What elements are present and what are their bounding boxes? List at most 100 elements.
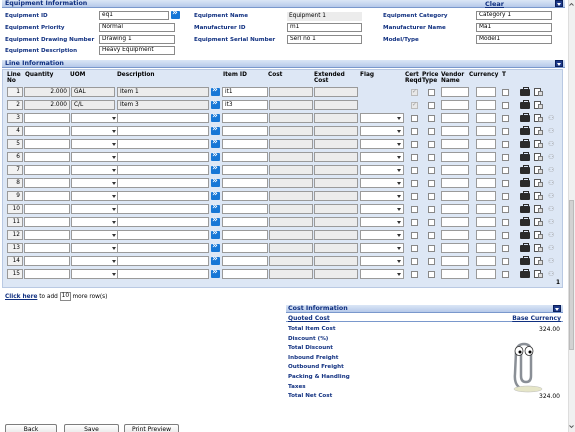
manufacturer-id-input[interactable]: m1: [287, 23, 362, 32]
item-id-cell[interactable]: [222, 113, 268, 123]
uom-select[interactable]: [71, 204, 119, 214]
item-id-cell[interactable]: [222, 230, 268, 240]
flag-select[interactable]: [360, 165, 404, 175]
flag-select[interactable]: [360, 217, 404, 227]
t-checkbox[interactable]: [502, 219, 509, 226]
uom-select[interactable]: [71, 230, 119, 240]
currency-cell[interactable]: [476, 178, 496, 188]
quantity-cell[interactable]: [24, 256, 70, 266]
item-id-cell[interactable]: [222, 139, 268, 149]
quantity-cell[interactable]: 2.000: [24, 100, 70, 110]
t-checkbox[interactable]: [502, 271, 509, 278]
t-checkbox[interactable]: [502, 193, 509, 200]
price-type-checkbox[interactable]: [428, 258, 435, 265]
cert-reqd-checkbox[interactable]: [411, 206, 418, 213]
cert-reqd-checkbox[interactable]: [411, 232, 418, 239]
quantity-cell[interactable]: [24, 269, 70, 279]
description-cell[interactable]: [117, 217, 209, 227]
vendor-name-cell[interactable]: [441, 204, 469, 214]
uom-select[interactable]: [71, 256, 119, 266]
t-checkbox[interactable]: [502, 167, 509, 174]
category-input[interactable]: Category 1: [476, 11, 552, 20]
t-checkbox[interactable]: [502, 141, 509, 148]
cert-reqd-checkbox[interactable]: [411, 193, 418, 200]
t-checkbox[interactable]: [502, 180, 509, 187]
price-type-checkbox[interactable]: [428, 128, 435, 135]
back-button[interactable]: Back: [5, 424, 57, 432]
note-icon[interactable]: [534, 270, 543, 278]
save-button[interactable]: Save: [64, 424, 119, 432]
note-icon[interactable]: [534, 231, 543, 239]
briefcase-icon[interactable]: [520, 100, 530, 109]
briefcase-icon[interactable]: [520, 139, 530, 148]
description-cell[interactable]: [117, 191, 209, 201]
briefcase-icon[interactable]: [520, 256, 530, 265]
people-icon[interactable]: ⚇: [548, 127, 556, 135]
t-checkbox[interactable]: [502, 232, 509, 239]
description-cell[interactable]: Item 1: [117, 87, 209, 97]
drawing-number-input[interactable]: Drawing 1: [99, 35, 175, 44]
briefcase-icon[interactable]: [520, 113, 530, 122]
currency-cell[interactable]: [476, 152, 496, 162]
briefcase-icon[interactable]: [520, 230, 530, 239]
price-type-checkbox[interactable]: [428, 245, 435, 252]
currency-cell[interactable]: [476, 139, 496, 149]
quantity-cell[interactable]: [24, 139, 70, 149]
description-cell[interactable]: [117, 204, 209, 214]
vendor-name-cell[interactable]: [441, 152, 469, 162]
cert-reqd-checkbox[interactable]: [411, 167, 418, 174]
currency-cell[interactable]: [476, 243, 496, 253]
flag-select[interactable]: [360, 113, 404, 123]
lookup-arrow-icon[interactable]: [211, 85, 220, 96]
note-icon[interactable]: [534, 257, 543, 265]
item-id-cell[interactable]: [222, 217, 268, 227]
cert-reqd-checkbox[interactable]: [411, 115, 418, 122]
people-icon[interactable]: ⚇: [548, 257, 556, 265]
cert-reqd-checkbox[interactable]: [411, 154, 418, 161]
currency-cell[interactable]: [476, 269, 496, 279]
collapse-icon[interactable]: [555, 60, 563, 67]
description-cell[interactable]: [117, 256, 209, 266]
lookup-arrow-icon[interactable]: [211, 267, 220, 278]
item-id-cell[interactable]: [222, 152, 268, 162]
people-icon[interactable]: ⚇: [548, 166, 556, 174]
uom-cell[interactable]: C/L: [71, 100, 115, 110]
item-id-cell[interactable]: [222, 256, 268, 266]
people-icon[interactable]: ⚇: [548, 114, 556, 122]
price-type-checkbox[interactable]: [428, 219, 435, 226]
item-id-cell[interactable]: [222, 243, 268, 253]
vendor-name-cell[interactable]: [441, 269, 469, 279]
description-cell[interactable]: [117, 178, 209, 188]
quantity-cell[interactable]: [24, 126, 70, 136]
quantity-cell[interactable]: 2.000: [24, 87, 70, 97]
vendor-name-cell[interactable]: [441, 126, 469, 136]
currency-cell[interactable]: [476, 191, 496, 201]
t-checkbox[interactable]: [502, 258, 509, 265]
flag-select[interactable]: [360, 191, 404, 201]
note-icon[interactable]: [534, 179, 543, 187]
vendor-name-cell[interactable]: [441, 87, 469, 97]
print-preview-button[interactable]: Print Preview: [124, 424, 179, 432]
note-icon[interactable]: [534, 244, 543, 252]
cert-reqd-checkbox[interactable]: [411, 219, 418, 226]
price-type-checkbox[interactable]: [428, 89, 435, 96]
note-icon[interactable]: [534, 101, 543, 109]
uom-select[interactable]: [71, 126, 119, 136]
currency-cell[interactable]: [476, 113, 496, 123]
quantity-cell[interactable]: [24, 243, 70, 253]
item-id-cell[interactable]: [222, 191, 268, 201]
quantity-cell[interactable]: [24, 152, 70, 162]
price-type-checkbox[interactable]: [428, 167, 435, 174]
vendor-name-cell[interactable]: [441, 191, 469, 201]
people-icon[interactable]: ⚇: [548, 192, 556, 200]
note-icon[interactable]: [534, 114, 543, 122]
uom-select[interactable]: [71, 165, 119, 175]
note-icon[interactable]: [534, 218, 543, 226]
note-icon[interactable]: [534, 205, 543, 213]
quantity-cell[interactable]: [24, 165, 70, 175]
scroll-up-icon[interactable]: [569, 2, 574, 7]
flag-select[interactable]: [360, 243, 404, 253]
people-icon[interactable]: ⚇: [548, 244, 556, 252]
quantity-cell[interactable]: [24, 217, 70, 227]
description-cell[interactable]: [117, 165, 209, 175]
